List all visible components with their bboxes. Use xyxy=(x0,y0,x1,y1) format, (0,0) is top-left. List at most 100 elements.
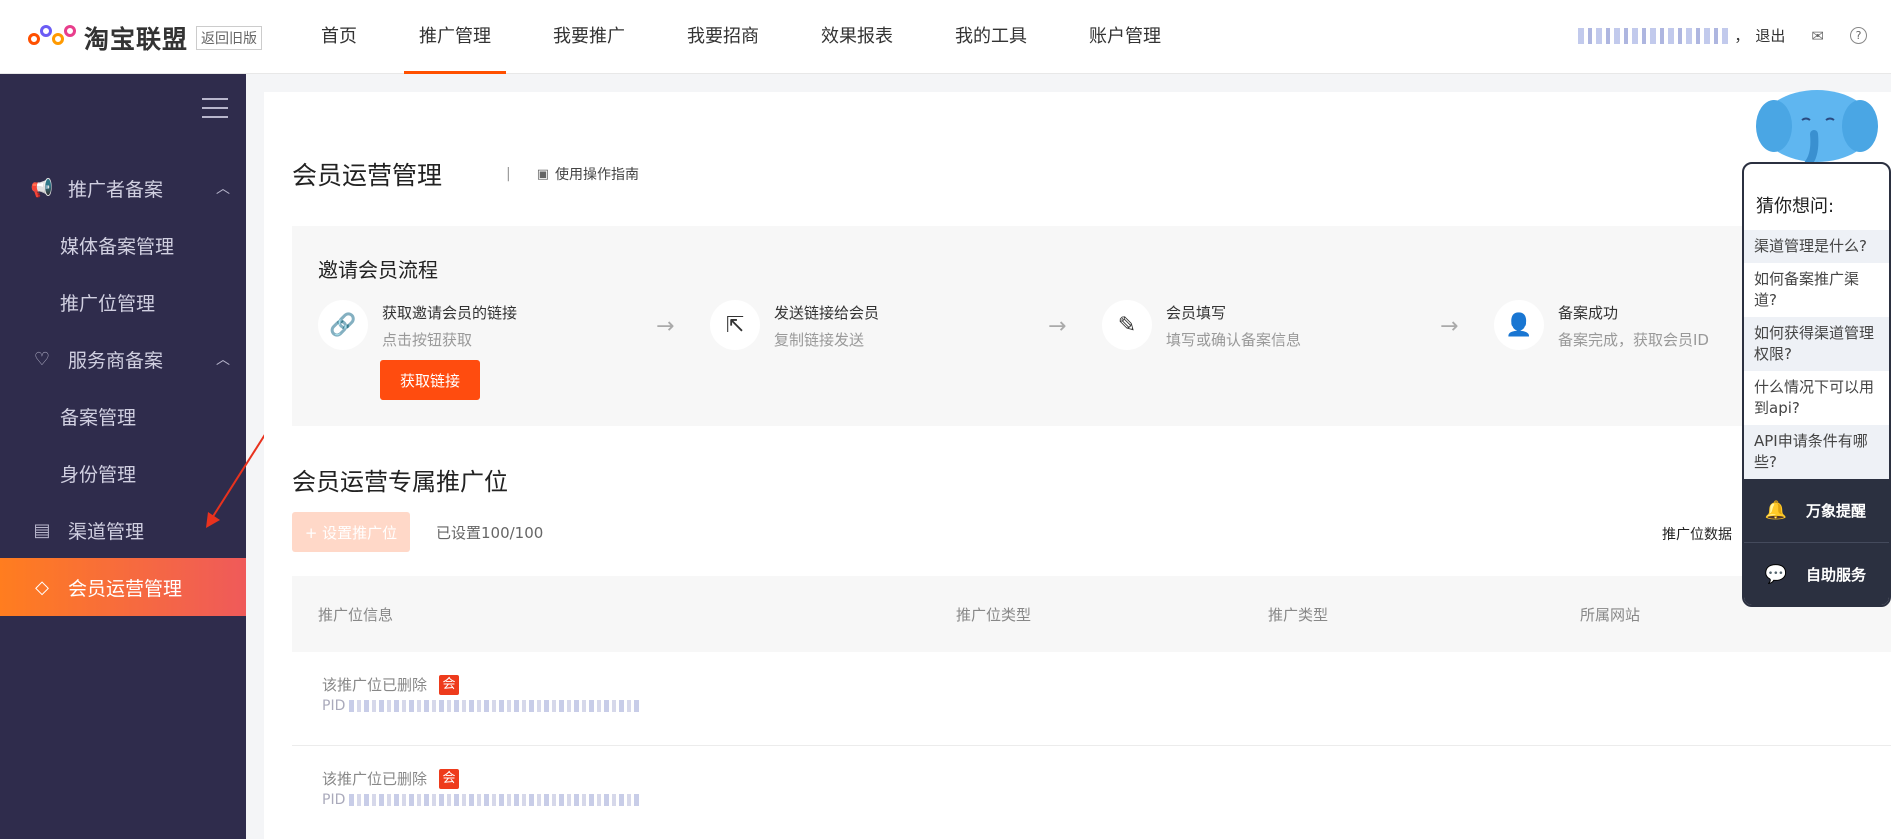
sidebar-item-label: 渠道管理 xyxy=(68,520,145,543)
account-name-redacted xyxy=(1578,27,1729,44)
divider: | xyxy=(506,166,511,182)
flow-step-send-link: ⇱ 发送链接给会员 复制链接发送 xyxy=(710,300,879,350)
logout-link[interactable]: 退出 xyxy=(1755,25,1785,46)
elephant-mascot-icon[interactable] xyxy=(1754,86,1880,166)
usage-guide-link[interactable]: | ▣ 使用操作指南 xyxy=(506,164,639,184)
nav-promotion-management[interactable]: 推广管理 xyxy=(388,0,522,74)
chevron-up-icon: ︿ xyxy=(216,352,230,368)
set-adzone-button[interactable]: + 设置推广位 xyxy=(292,512,410,552)
pid-redacted xyxy=(349,794,640,806)
step-title: 会员填写 xyxy=(1166,304,1227,322)
help-question[interactable]: API申请条件有哪些? xyxy=(1744,425,1889,479)
nav-merchant[interactable]: 我要招商 xyxy=(656,0,790,74)
table-row: 该推广位已删除 会 PID xyxy=(292,652,1891,746)
step-desc: 填写或确认备案信息 xyxy=(1166,331,1302,349)
column-header: 推广位类型 xyxy=(956,606,1032,624)
sidebar-item-member-operation[interactable]: ◇ 会员运营管理 xyxy=(0,558,246,616)
handshake-icon: ♡ xyxy=(33,348,51,370)
step-title: 发送链接给会员 xyxy=(774,304,880,322)
step-desc: 点击按钮获取 xyxy=(382,331,473,349)
sidebar-item-label: 备案管理 xyxy=(60,406,137,429)
book-icon: ▣ xyxy=(536,166,550,182)
table-header: 推广位信息 推广位类型 推广类型 所属网站 xyxy=(292,576,1891,652)
help-question[interactable]: 如何获得渠道管理权限? xyxy=(1744,317,1889,371)
sidebar-item-label: 会员运营管理 xyxy=(68,577,183,600)
get-link-button[interactable]: 获取链接 xyxy=(380,360,480,400)
main-content: 会员运营管理 | ▣ 使用操作指南 邀请会员流程 🔗 获取邀请会员的链接 点击按… xyxy=(264,92,1891,839)
pid-prefix: PID xyxy=(322,792,346,808)
pid-redacted xyxy=(349,700,640,712)
flow-title: 邀请会员流程 xyxy=(318,258,438,282)
sidebar-item-label: 推广位管理 xyxy=(60,292,156,315)
help-widget: 猜你想问: 渠道管理是什么? 如何备案推广渠道? 如何获得渠道管理权限? 什么情… xyxy=(1742,162,1891,607)
adzone-pid: PID xyxy=(322,792,640,808)
help-question[interactable]: 如何备案推广渠道? xyxy=(1744,263,1889,317)
column-header: 所属网站 xyxy=(1580,606,1641,624)
adzone-data-link[interactable]: 推广位数据 xyxy=(1662,524,1732,544)
sidebar-group-promoter-filing[interactable]: 📢 推广者备案 ︿ xyxy=(0,159,246,217)
sidebar-item-label: 身份管理 xyxy=(60,463,137,486)
page-title: 会员运营管理 xyxy=(292,161,443,190)
pid-prefix: PID xyxy=(322,698,346,714)
column-header: 推广类型 xyxy=(1268,606,1329,624)
help-icon[interactable]: ? xyxy=(1850,27,1867,44)
menu-toggle-icon[interactable] xyxy=(202,98,228,125)
nav-account[interactable]: 账户管理 xyxy=(1058,0,1192,74)
section-title: 会员运营专属推广位 xyxy=(292,468,508,496)
user-check-icon: 👤 xyxy=(1494,300,1544,350)
form-edit-icon: ✎ xyxy=(1102,300,1152,350)
invite-flow-panel: 邀请会员流程 🔗 获取邀请会员的链接 点击按钮获取 → ⇱ 发送链接给会员 复制… xyxy=(292,226,1891,426)
chart-icon: ▤ xyxy=(33,519,51,541)
link-icon: 🔗 xyxy=(318,300,368,350)
chat-icon: 💬 xyxy=(1764,563,1788,585)
flow-arrow: → xyxy=(1440,314,1459,339)
column-header: 推广位信息 xyxy=(318,606,394,624)
mail-icon[interactable]: ✉ xyxy=(1811,27,1824,45)
member-tag-icon: 会 xyxy=(439,674,460,695)
sidebar-item-media-filing[interactable]: 媒体备案管理 xyxy=(0,216,246,274)
separator: ， xyxy=(1734,27,1750,45)
nav-home[interactable]: 首页 xyxy=(290,0,388,74)
adzone-status: 该推广位已删除 xyxy=(322,676,428,694)
nav-tools[interactable]: 我的工具 xyxy=(924,0,1058,74)
flow-arrow: → xyxy=(1048,314,1067,339)
set-count: 已设置100/100 xyxy=(436,524,544,542)
step-title: 获取邀请会员的链接 xyxy=(382,304,518,322)
flow-step-get-link: 🔗 获取邀请会员的链接 点击按钮获取 xyxy=(318,300,517,350)
sidebar-item-label: 媒体备案管理 xyxy=(60,235,175,258)
step-title: 备案成功 xyxy=(1558,304,1619,322)
reminder-button[interactable]: 🔔 万象提醒 xyxy=(1744,479,1889,542)
flow-step-member-fill: ✎ 会员填写 填写或确认备案信息 xyxy=(1102,300,1301,350)
self-service-button[interactable]: 💬 自助服务 xyxy=(1744,542,1889,605)
sidebar-item-label: 推广者备案 xyxy=(68,178,164,201)
back-to-old-version-link[interactable]: 返回旧版 xyxy=(196,26,263,50)
member-tag-icon: 会 xyxy=(439,768,460,789)
sidebar-item-adzone[interactable]: 推广位管理 xyxy=(0,273,246,331)
step-desc: 复制链接发送 xyxy=(774,331,865,349)
flow-step-filing-success: 👤 备案成功 备案完成，获取会员ID xyxy=(1494,300,1709,350)
help-title: 猜你想问: xyxy=(1756,196,1835,217)
share-icon: ⇱ xyxy=(710,300,760,350)
reminder-label: 万象提醒 xyxy=(1806,502,1867,520)
megaphone-icon: 📢 xyxy=(30,177,54,199)
logo[interactable]: 淘宝联盟 返回旧版 xyxy=(28,20,263,56)
usage-guide-label: 使用操作指南 xyxy=(555,167,640,183)
sidebar-item-label: 服务商备案 xyxy=(68,349,164,372)
logo-text: 淘宝联盟 xyxy=(84,25,189,54)
table-row: 该推广位已删除 会 PID xyxy=(292,746,1891,839)
user-area: ， 退出 ✉ ? xyxy=(1578,25,1867,46)
adzone-status: 该推广位已删除 xyxy=(322,770,428,788)
sidebar-group-provider-filing[interactable]: ♡ 服务商备案 ︿ xyxy=(0,330,246,388)
top-navbar: 淘宝联盟 返回旧版 首页 推广管理 我要推广 我要招商 效果报表 我的工具 账户… xyxy=(0,0,1891,74)
nav-promote[interactable]: 我要推广 xyxy=(522,0,656,74)
help-question[interactable]: 渠道管理是什么? xyxy=(1744,230,1889,263)
step-desc: 备案完成，获取会员ID xyxy=(1558,331,1709,349)
self-service-label: 自助服务 xyxy=(1806,565,1867,584)
logo-icon xyxy=(28,23,78,53)
help-question[interactable]: 什么情况下可以用到api? xyxy=(1744,371,1889,425)
nav-reports[interactable]: 效果报表 xyxy=(790,0,924,74)
main-nav: 首页 推广管理 我要推广 我要招商 效果报表 我的工具 账户管理 xyxy=(290,0,1192,74)
flow-arrow: → xyxy=(656,314,675,339)
bell-icon: 🔔 xyxy=(1764,500,1788,521)
adzone-pid: PID xyxy=(322,698,640,714)
